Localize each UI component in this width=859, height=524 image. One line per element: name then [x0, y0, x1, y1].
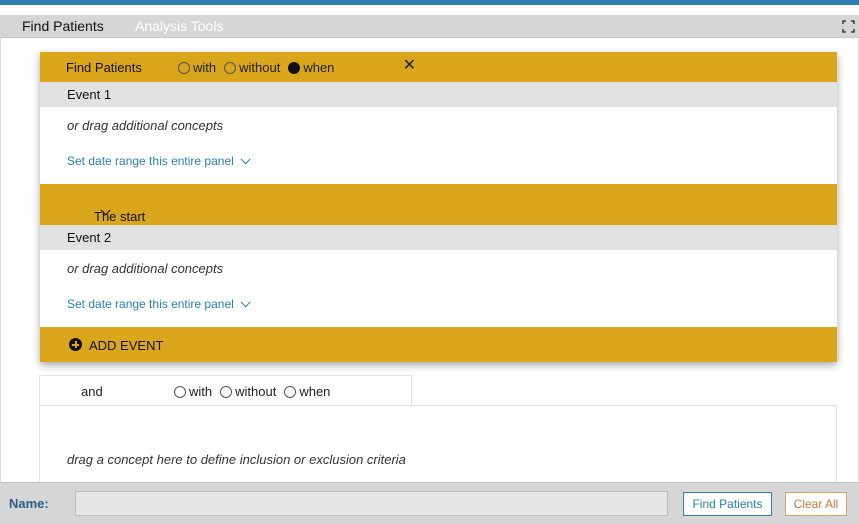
name-label: Name: [9, 496, 49, 511]
panel2-radio-without[interactable]: without [220, 384, 276, 399]
close-icon[interactable]: ✕ [403, 58, 416, 74]
panel2-hint: drag a concept here to define inclusion … [67, 452, 406, 467]
radio-circle-icon [174, 385, 186, 398]
event-1-header: Event 1 [40, 82, 837, 107]
panel2-radio-when[interactable]: when [284, 384, 330, 399]
find-patients-button[interactable]: Find Patients [683, 492, 772, 516]
tab-find-patients[interactable]: Find Patients [22, 18, 104, 34]
add-event-label: ADD EVENT [89, 338, 164, 353]
panel2-header: and with without when [39, 375, 412, 406]
event-1-label: Event 1 [67, 87, 112, 102]
radio-when[interactable]: when [288, 60, 334, 75]
event-1-drag-hint: or drag additional concepts [67, 118, 224, 133]
expand-icon[interactable] [842, 20, 855, 33]
clear-all-button[interactable]: Clear All [785, 492, 847, 516]
tab-analysis-tools[interactable]: Analysis Tools [135, 18, 223, 34]
panel2-radio-with[interactable]: with [174, 384, 212, 399]
event-2-header: Event 2 [40, 225, 837, 250]
add-event-button[interactable]: ADD EVENT [40, 327, 837, 362]
when-panel-header: Find Patients with without when ✕ [40, 52, 426, 82]
query-name-bar: Name: Find Patients Clear All [0, 482, 859, 524]
chevron-down-icon [240, 297, 251, 308]
event-2-label: Event 2 [67, 230, 112, 245]
panel2-mode-group: with without when [174, 384, 338, 399]
plus-circle-icon [69, 338, 82, 351]
radio-without[interactable]: without [224, 60, 280, 75]
radio-filled-icon [288, 61, 301, 74]
query-name-input[interactable] [75, 491, 668, 516]
top-accent-line [0, 0, 859, 5]
radio-circle-icon [284, 385, 297, 398]
radio-circle-icon [224, 61, 237, 74]
event-relation-bar: The start of the first occurrence of Eve… [40, 185, 837, 359]
when-panel-title: Find Patients [66, 60, 142, 75]
event-2-date-range-link[interactable]: Set date range this entire panel [67, 297, 251, 311]
event-1-date-range-link[interactable]: Set date range this entire panel [67, 154, 251, 168]
event-2-drag-hint: or drag additional concepts [67, 261, 224, 276]
tab-bar: Find Patients Analysis Tools [0, 15, 859, 38]
event-2-dropzone[interactable]: or drag additional concepts Set date ran… [40, 250, 837, 327]
panel2-connector: and [81, 384, 103, 399]
event-1-dropzone[interactable]: or drag additional concepts Set date ran… [40, 107, 837, 184]
radio-with[interactable]: with [178, 60, 216, 75]
radio-circle-icon [178, 61, 190, 74]
when-panel-mode-group: with without when [178, 60, 342, 75]
chevron-down-icon [240, 154, 251, 165]
radio-circle-icon [220, 385, 233, 398]
